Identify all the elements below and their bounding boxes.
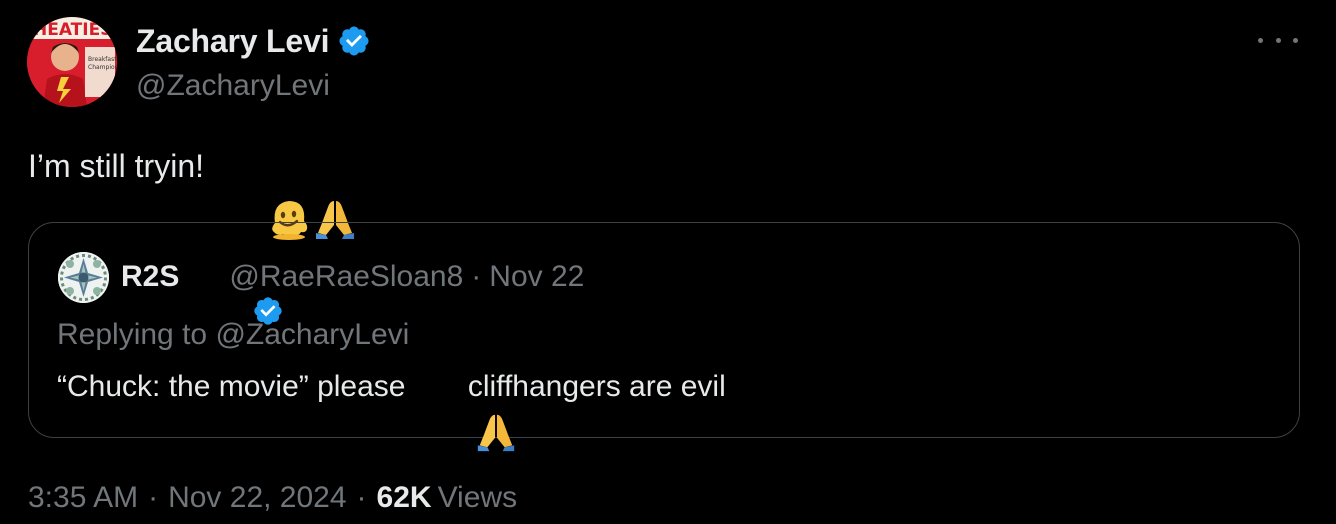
svg-text:Champions: Champions [88,64,117,71]
quoted-text-after: cliffhangers are evil [459,370,726,403]
replying-prefix: Replying to [57,318,216,351]
tweet-date[interactable]: Nov 22, 2024 [168,478,346,518]
author-name-row: Zachary Levi [136,20,371,62]
separator-dot: · [148,481,159,514]
folded-hands-icon [259,143,355,239]
tweet-meta: 3:35 AM · Nov 22, 2024 · 62K Views [28,478,517,518]
author-display-name[interactable]: Zachary Levi [136,23,329,60]
melting-face-icon [213,143,308,240]
replying-mention[interactable]: @ZacharyLevi [215,318,409,351]
author-avatar[interactable]: HEATIES Breakfast of Champions [27,17,117,107]
tweet-text-content: I’m still tryin! [28,148,213,184]
quoted-author-avatar[interactable] [58,252,109,303]
quoted-header: R2S @RaeRaeSloan8 · Nov 22 [121,255,584,325]
verified-badge-icon[interactable] [337,24,371,58]
views-label: Views [437,481,518,514]
separator-dot: · [471,260,482,293]
quoted-author-handle[interactable]: @RaeRaeSloan8 [229,260,463,294]
author-info: Zachary Levi @ZacharyLevi [136,20,371,104]
dot-icon [1293,37,1298,43]
folded-hands-icon [408,365,515,452]
svg-text:Breakfast of: Breakfast of [88,56,117,63]
avatar-image: HEATIES Breakfast of Champions [27,17,117,107]
more-options-icon[interactable] [1258,26,1298,54]
separator-dot: · [356,481,367,514]
tweet-time[interactable]: 3:35 AM [28,478,138,518]
author-handle[interactable]: @ZacharyLevi [136,68,371,104]
quoted-date[interactable]: Nov 22 [489,260,584,294]
tweet: HEATIES Breakfast of Champions Zachary L… [0,0,1336,524]
quoted-text: “Chuck: the movie” please cliffhangers a… [57,365,726,452]
dot-icon [1275,37,1281,43]
quoted-text-before: “Chuck: the movie” please [57,370,406,403]
verified-badge-icon[interactable] [185,261,282,325]
kaleidoscope-avatar-image [58,252,109,303]
views-count[interactable]: 62K [377,478,432,518]
quoted-tweet[interactable]: R2S @RaeRaeSloan8 · Nov 22 Replying to @… [28,222,1300,452]
dot-icon [1258,37,1263,43]
tweet-text: I’m still tryin! [28,140,355,240]
replying-to: Replying to @ZacharyLevi [57,315,409,355]
svg-text:HEATIES: HEATIES [33,20,112,40]
quoted-author-name[interactable]: R2S [121,260,179,294]
